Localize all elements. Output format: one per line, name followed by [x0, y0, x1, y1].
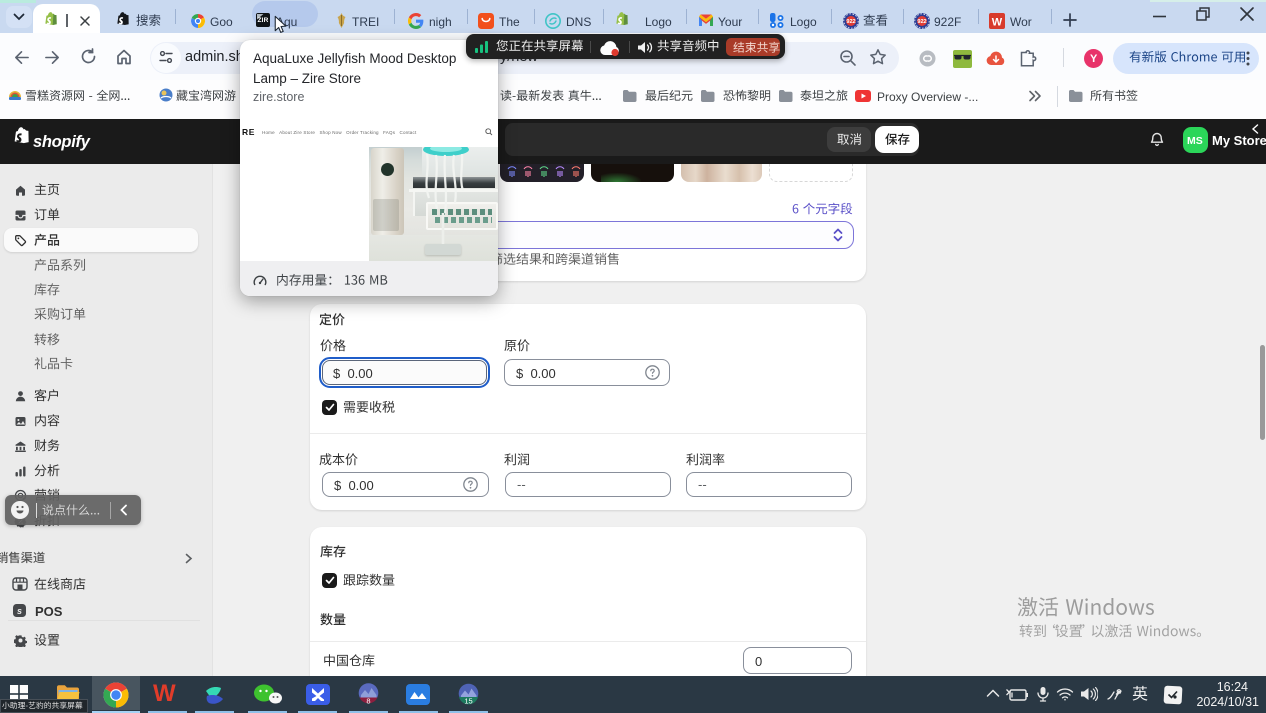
svg-text:15: 15 — [464, 697, 472, 706]
svg-text:s: s — [17, 606, 22, 616]
svg-text:922: 922 — [846, 19, 855, 25]
svg-text:922: 922 — [917, 19, 926, 25]
svg-text:8: 8 — [366, 697, 370, 706]
svg-text:W: W — [992, 17, 1003, 29]
